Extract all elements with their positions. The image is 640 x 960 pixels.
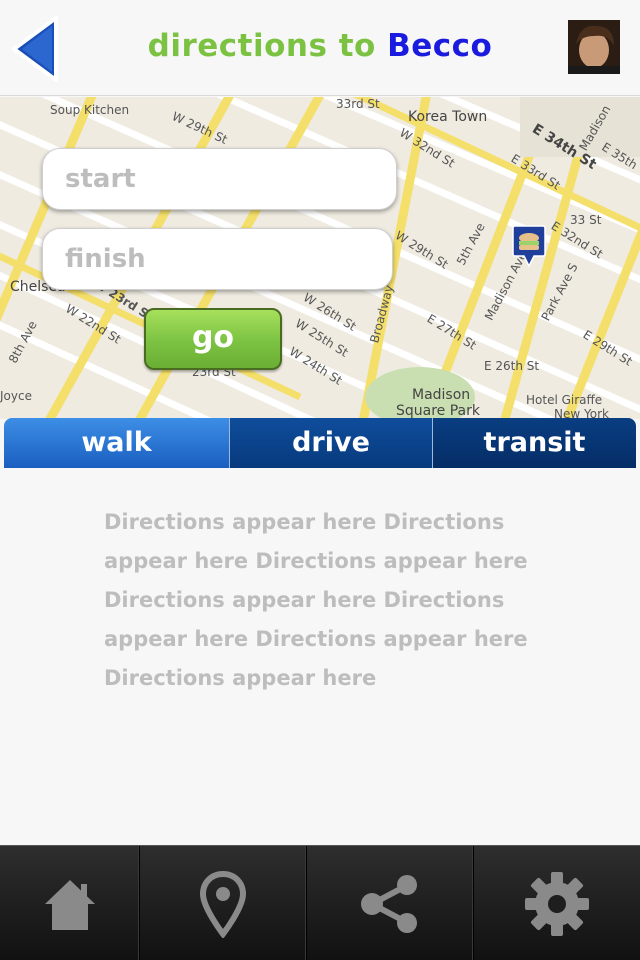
home-icon [44, 879, 95, 930]
map-view[interactable]: 33rd St Korea Town Soup Kitchen W 29th S… [0, 97, 640, 419]
header-bar: directions to Becco [0, 0, 640, 96]
map-label: Square Park [396, 403, 480, 419]
map-label: Joyce [0, 389, 32, 403]
tab-drive[interactable]: drive [230, 418, 433, 468]
map-label: Korea Town [408, 109, 488, 125]
share-icon [361, 874, 417, 933]
location-pin-icon [199, 870, 247, 938]
bottom-nav-bar [0, 845, 640, 960]
nav-share-button[interactable] [307, 846, 474, 960]
directions-text: Directions appear here Directions appear… [104, 510, 528, 690]
map-label: Hotel Giraffe [526, 393, 603, 407]
nav-home-button[interactable] [0, 846, 140, 960]
finish-input[interactable] [42, 228, 393, 290]
nav-location-button[interactable] [140, 846, 307, 960]
travel-mode-tabs: walk drive transit [4, 418, 636, 468]
restaurant-map-pin-icon[interactable] [512, 224, 546, 268]
nav-settings-button[interactable] [474, 846, 640, 960]
avatar[interactable] [568, 20, 620, 74]
map-label: Madison [412, 387, 471, 403]
page-title: directions to Becco [80, 28, 560, 64]
map-label: E 26th St [484, 359, 540, 373]
title-prefix: directions to [147, 28, 376, 64]
start-input[interactable] [42, 148, 397, 210]
map-label: 33rd St [336, 97, 380, 111]
back-button[interactable] [8, 14, 62, 84]
map-label: Soup Kitchen [50, 103, 130, 117]
map-label: 33 St [570, 213, 602, 227]
tab-transit[interactable]: transit [433, 418, 636, 468]
go-button[interactable]: go [144, 308, 282, 370]
user-photo-icon [568, 20, 620, 74]
title-place-name: Becco [387, 28, 493, 64]
back-arrow-icon [12, 16, 58, 82]
tab-walk[interactable]: walk [4, 418, 230, 468]
gear-icon [525, 871, 589, 936]
